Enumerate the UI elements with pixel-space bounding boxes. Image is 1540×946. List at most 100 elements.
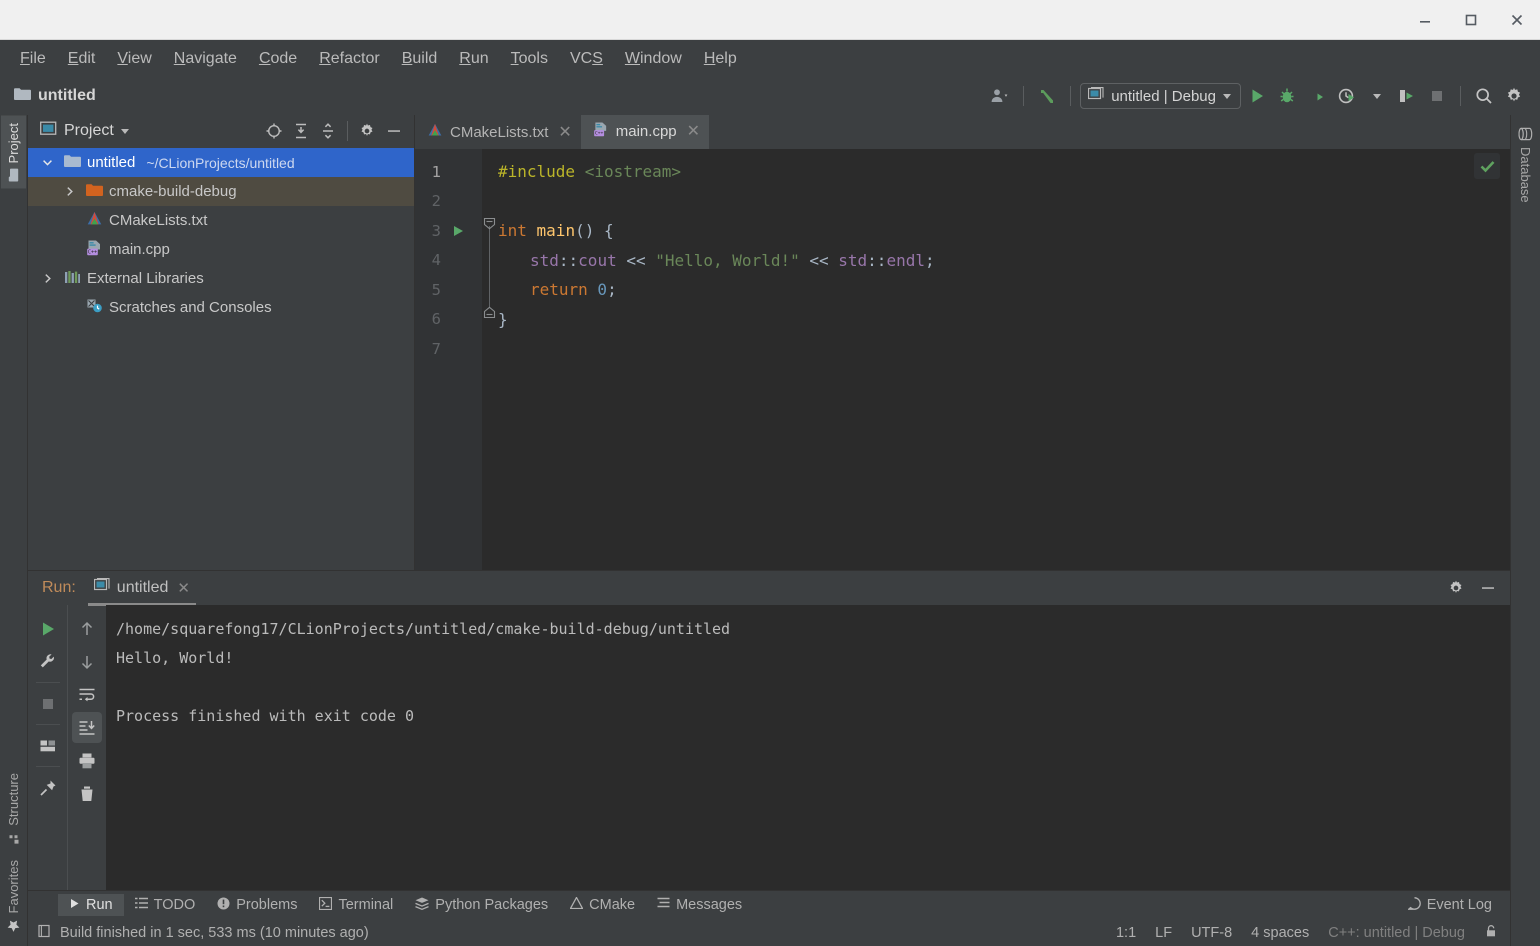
code-text-area[interactable]: #include <iostream> int main() { std:: co… [482,149,1510,570]
event-log-label: Event Log [1426,897,1492,913]
stop-button[interactable] [33,688,63,719]
hide-project-panel-button[interactable] [382,119,406,143]
maximize-button[interactable] [1448,0,1494,40]
todo-icon [134,897,148,913]
line-number: 1 [431,162,441,181]
run-gutter-icon[interactable] [445,224,471,238]
chevron-right-icon[interactable] [58,186,80,197]
tab-run[interactable]: Run [58,894,124,916]
sidebar-item-favorites[interactable]: Favorites [1,852,26,940]
fold-collapse-icon[interactable] [483,215,496,230]
menu-edit[interactable]: Edit [58,47,106,71]
run-panel-tab[interactable]: untitled ✕ [87,571,196,606]
tab-cmake[interactable]: CMake [559,894,646,916]
run-with-coverage-button[interactable] [1303,82,1331,110]
code-line-6: } [482,305,1510,335]
menu-navigate[interactable]: Navigate [164,47,247,71]
build-configuration[interactable]: C++: untitled | Debug [1328,925,1465,941]
line-separator[interactable]: LF [1155,925,1172,941]
tree-item-external-libraries[interactable]: External Libraries [28,264,414,293]
sidebar-item-database[interactable]: Database [1513,119,1538,211]
run-configurations-button[interactable] [33,646,63,677]
settings-gear-icon[interactable] [1500,82,1528,110]
status-message[interactable]: Build finished in 1 sec, 533 ms (10 minu… [60,925,369,941]
close-icon[interactable]: ✕ [177,579,190,597]
chevron-down-icon[interactable] [36,157,58,168]
tree-item-cmakelists[interactable]: CMakeLists.txt [28,206,414,235]
tree-item-main-cpp[interactable]: C++ main.cpp [28,235,414,264]
code-editor[interactable]: 1 2 3 4 5 6 7 #include <iostream> int ma… [415,149,1510,570]
tab-todo[interactable]: TODO [124,894,207,916]
clear-all-button[interactable] [72,778,102,809]
stop-button[interactable] [1423,82,1451,110]
menu-help[interactable]: Help [694,47,747,71]
menu-build[interactable]: Build [392,47,448,71]
project-panel-title[interactable]: Project [40,121,129,141]
tab-label: Messages [676,897,743,913]
scroll-to-end-button[interactable] [72,712,102,743]
chevron-right-icon[interactable] [36,273,58,284]
tree-item-untitled[interactable]: untitled ~/CLionProjects/untitled [28,148,414,177]
menu-vcs[interactable]: VCS [560,47,613,71]
tab-label: Problems [236,897,298,913]
editor-gutter[interactable]: 1 2 3 4 5 6 7 [415,149,482,570]
pin-tab-button[interactable] [33,772,63,803]
editor-tab-main-cpp[interactable]: C++ main.cpp ✕ [580,115,710,149]
sidebar-item-project[interactable]: Project [1,115,26,189]
previous-occurrence-button[interactable] [72,613,102,644]
run-button[interactable] [1243,82,1271,110]
close-icon[interactable]: ✕ [687,121,700,141]
print-button[interactable] [72,745,102,776]
attach-to-process-button[interactable] [1393,82,1421,110]
project-tool-window: Project untitled ~/CLionProjects/untitle… [28,115,415,570]
inspection-status-icon[interactable] [1474,153,1500,179]
code-token-zero: 0 [587,280,608,300]
run-console-output[interactable]: /home/squarefong17/CLionProjects/untitle… [106,605,1510,890]
menu-code[interactable]: Code [249,47,307,71]
fold-end-icon[interactable] [483,304,496,319]
collapse-all-button[interactable] [316,119,340,143]
sidebar-item-structure[interactable]: Structure [1,765,26,852]
editor-tab-cmakelists[interactable]: CMakeLists.txt ✕ [415,115,581,149]
tree-item-scratches-and-consoles[interactable]: Scratches and Consoles [28,293,414,322]
layout-button[interactable] [33,730,63,761]
tab-python-packages[interactable]: Python Packages [404,894,559,917]
run-panel-settings-gear-icon[interactable] [1444,576,1468,600]
breadcrumb[interactable]: untitled [14,87,96,106]
close-button[interactable] [1494,0,1540,40]
close-icon[interactable]: ✕ [558,122,571,142]
tab-messages[interactable]: Messages [646,894,753,916]
expand-all-button[interactable] [289,119,313,143]
tree-item-cmake-build-debug[interactable]: cmake-build-debug [28,177,414,206]
next-occurrence-button[interactable] [72,646,102,677]
soft-wrap-button[interactable] [72,679,102,710]
user-account-button[interactable] [986,82,1014,110]
rerun-button[interactable] [33,613,63,644]
file-encoding[interactable]: UTF-8 [1191,925,1232,941]
build-project-button[interactable] [1033,82,1061,110]
profile-button[interactable] [1333,82,1361,110]
editor-tabstrip: CMakeLists.txt ✕ C++ main.cpp ✕ [415,115,1510,149]
indent-setting[interactable]: 4 spaces [1251,925,1309,941]
menu-run[interactable]: Run [449,47,498,71]
code-folding-rail[interactable] [482,149,498,570]
menu-view[interactable]: View [107,47,161,71]
menu-tools[interactable]: Tools [501,47,558,71]
search-everywhere-icon[interactable] [1470,82,1498,110]
run-configuration-selector[interactable]: untitled | Debug [1080,83,1241,109]
caret-position[interactable]: 1:1 [1116,925,1136,941]
menu-file[interactable]: File [10,47,56,71]
minimize-button[interactable] [1402,0,1448,40]
select-opened-file-button[interactable] [262,119,286,143]
hide-run-panel-button[interactable] [1476,576,1500,600]
tab-problems[interactable]: Problems [206,894,308,917]
menu-window[interactable]: Window [615,47,692,71]
code-token-endl: endl [886,250,925,270]
project-settings-gear-icon[interactable] [355,119,379,143]
lock-icon[interactable] [1484,924,1498,942]
debug-button[interactable] [1273,82,1301,110]
event-log-button[interactable]: Event Log [1397,894,1510,917]
tab-terminal[interactable]: Terminal [308,894,404,917]
profile-dropdown-button[interactable] [1363,82,1391,110]
menu-refactor[interactable]: Refactor [309,47,389,71]
